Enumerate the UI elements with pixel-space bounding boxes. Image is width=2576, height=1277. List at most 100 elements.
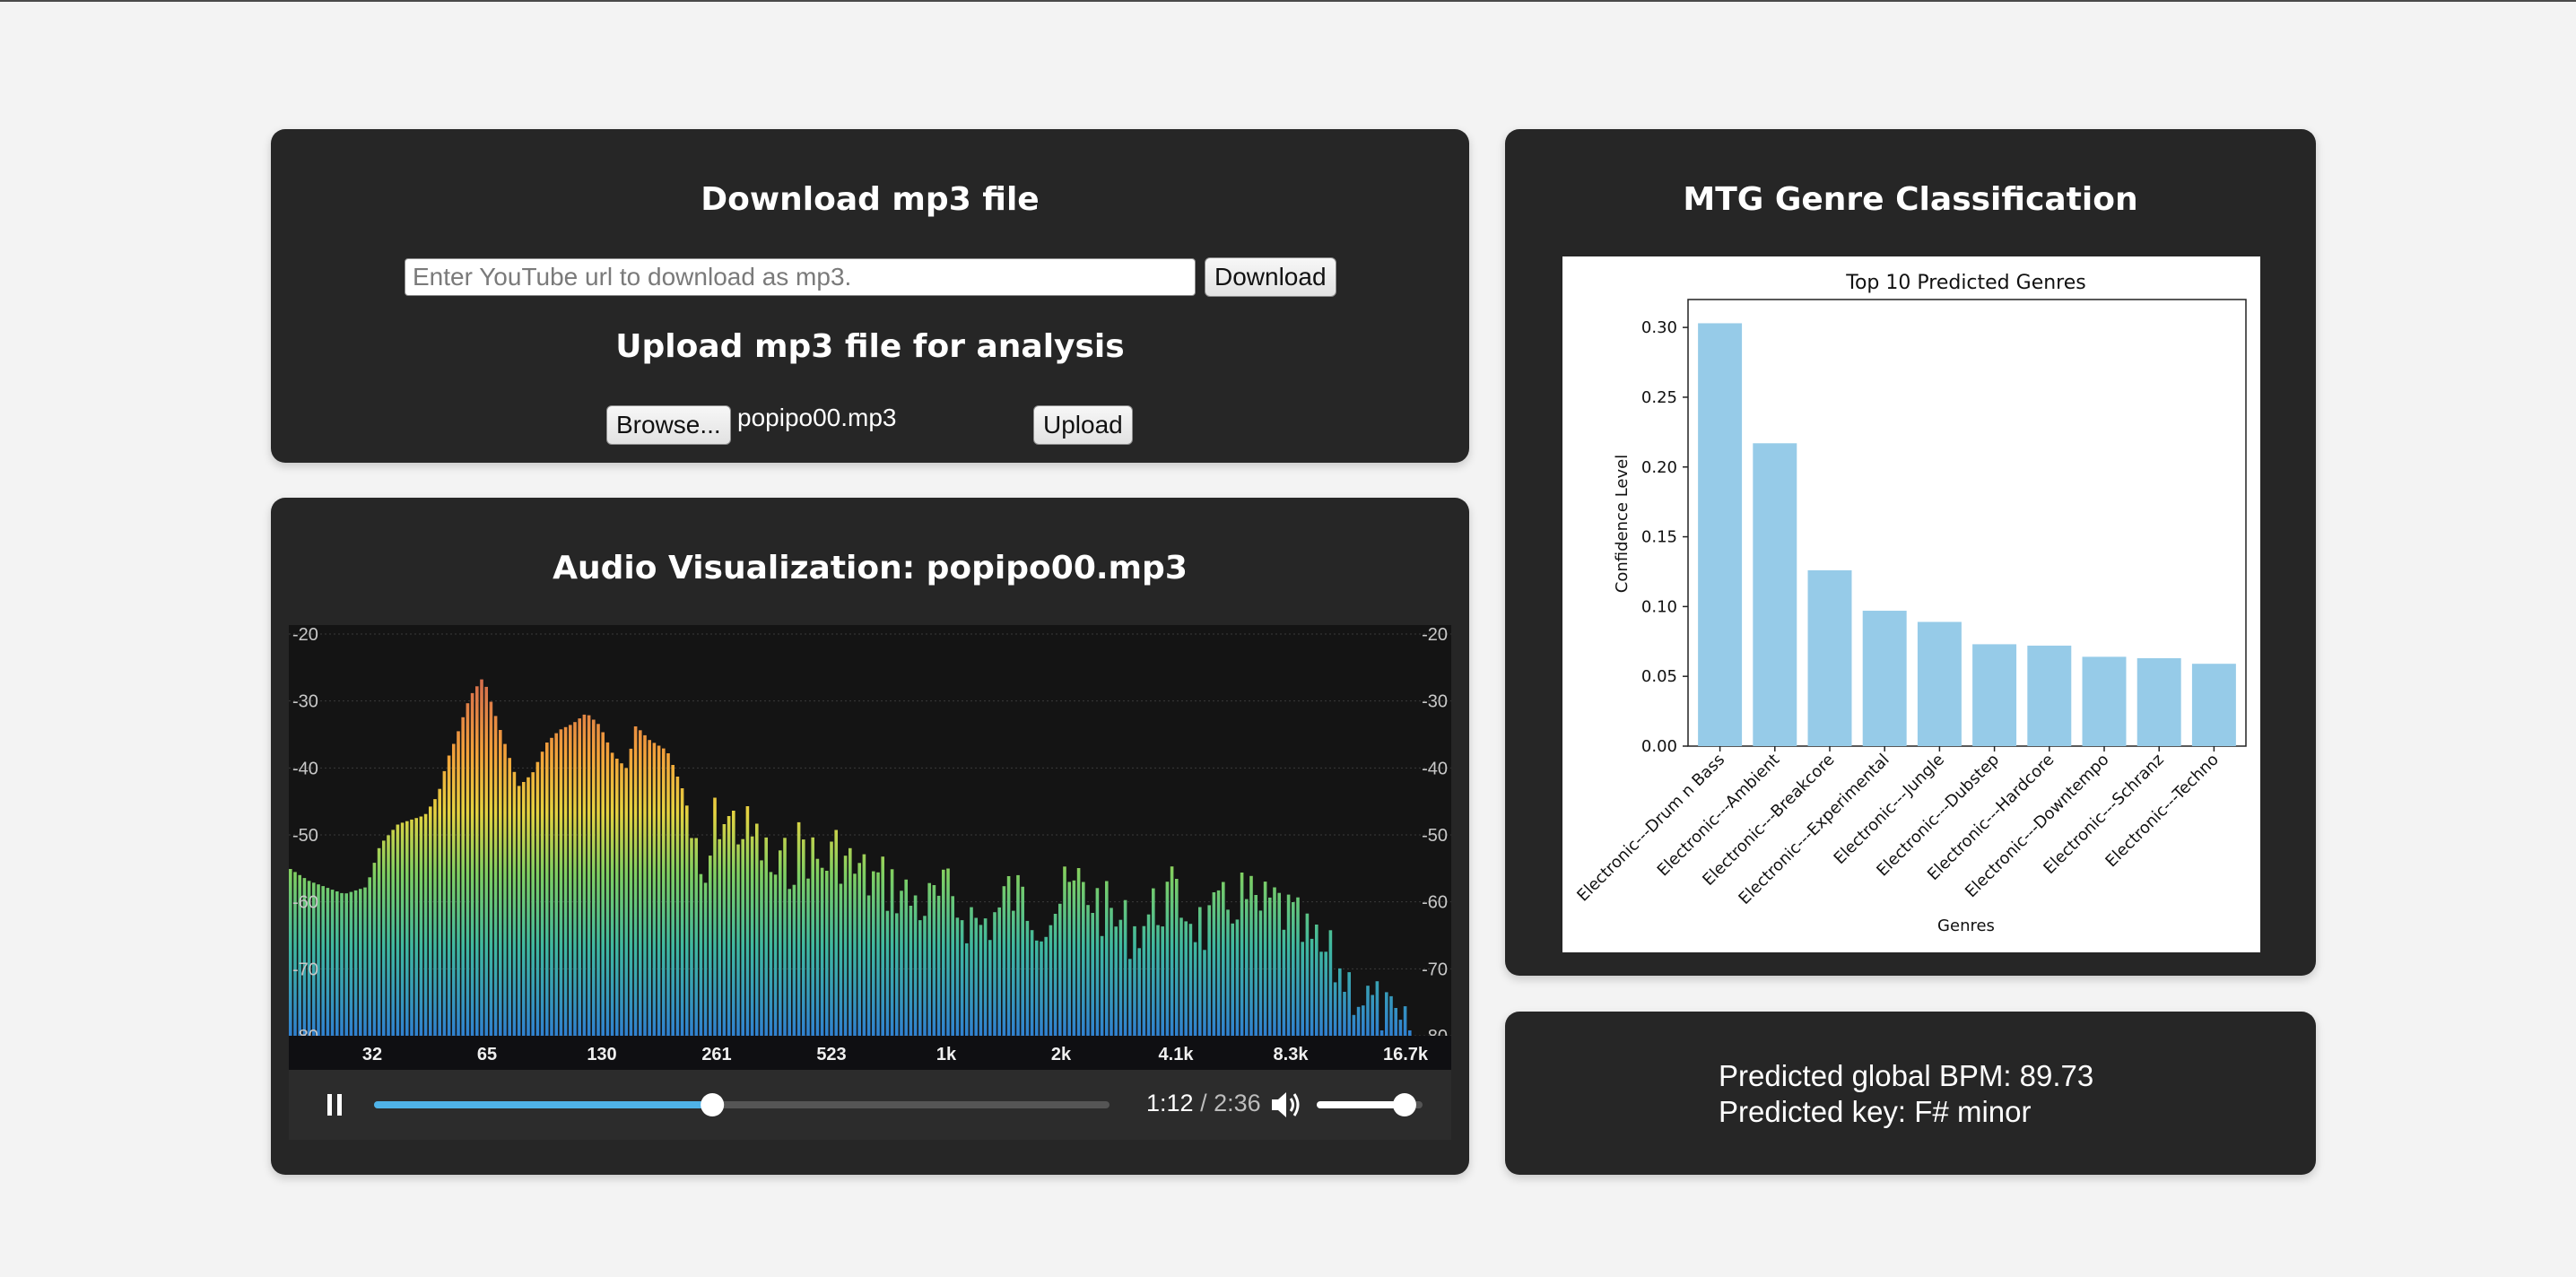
audio-visualization-panel: Audio Visualization: popipo00.mp3 -20 -20… — [271, 498, 1469, 1175]
frequency-label: 523 — [816, 1045, 846, 1064]
spectrum-bar — [872, 871, 875, 1036]
spectrum-bar — [1053, 914, 1057, 1036]
spectrum-bar — [671, 765, 674, 1036]
spectrum-bar — [573, 722, 577, 1036]
spectrum-bar — [1030, 930, 1034, 1036]
spectrum-bar — [452, 743, 456, 1036]
spectrum-bar — [1203, 950, 1206, 1036]
spectrum-bar — [466, 703, 470, 1036]
spectrum-bar — [1067, 882, 1071, 1036]
chart-x-axis-label: Genres — [1937, 916, 1995, 935]
spectrum-bar — [321, 886, 325, 1036]
spectrum-bar — [788, 889, 791, 1036]
genre-bar — [1753, 443, 1797, 746]
spectrum-bar — [1292, 902, 1295, 1036]
download-upload-panel: Download mp3 file Download Upload mp3 fi… — [271, 129, 1469, 463]
frequency-label: 65 — [477, 1045, 497, 1064]
youtube-url-input[interactable] — [405, 258, 1196, 296]
db-scale-label: -40 — [292, 759, 318, 778]
y-tick-label: 0.05 — [1641, 667, 1677, 686]
spectrum-bar — [970, 907, 973, 1036]
spectrum-bar — [951, 896, 954, 1036]
visualization-title: Audio Visualization: popipo00.mp3 — [553, 550, 1188, 586]
spectrum-bar — [1212, 892, 1216, 1036]
spectrum-bar — [1222, 882, 1225, 1036]
spectrum-bar — [1095, 888, 1100, 1036]
y-tick-label: 0.15 — [1641, 528, 1677, 547]
spectrum-bar — [974, 917, 978, 1036]
volume-slider[interactable] — [1317, 1087, 1433, 1123]
spectrum-bar — [470, 692, 474, 1036]
audio-player: 1:12 / 2:36 — [289, 1070, 1451, 1140]
spectrum-bar — [605, 742, 610, 1036]
spectrum-bar — [1226, 909, 1230, 1036]
spectrum-bar — [1352, 1014, 1356, 1036]
spectrum-bar — [1338, 968, 1342, 1036]
spectrum-bar — [1301, 942, 1304, 1036]
spectrum-bar — [493, 716, 498, 1036]
upload-button[interactable]: Upload — [1033, 405, 1133, 445]
db-scale-label: -40 — [1422, 759, 1448, 778]
frequency-label: 2k — [1051, 1045, 1072, 1064]
spectrum-bar — [363, 887, 367, 1036]
spectrum-bar — [1385, 992, 1388, 1036]
spectrum-bar — [913, 895, 918, 1036]
spectrum-bar — [890, 869, 894, 1036]
spectrum-bar — [876, 872, 880, 1036]
genre-bar — [1972, 644, 2017, 746]
download-button[interactable]: Download — [1205, 257, 1336, 297]
spectrum-bar — [680, 788, 684, 1036]
spectrum-bar — [694, 838, 698, 1036]
pause-icon — [327, 1094, 342, 1116]
spectrum-bar — [895, 913, 899, 1036]
volume-button[interactable] — [1268, 1088, 1304, 1122]
volume-thumb[interactable] — [1392, 1093, 1416, 1116]
spectrum-bar — [1021, 886, 1024, 1036]
spectrum-bar — [344, 893, 348, 1036]
seek-bar[interactable] — [374, 1087, 1118, 1123]
spectrum-bar — [815, 858, 820, 1036]
spectrum-bar — [783, 838, 787, 1036]
spectrum-bar — [811, 837, 814, 1036]
spectrum-bar — [368, 877, 371, 1036]
spectrum-bar — [853, 873, 857, 1036]
spectrum-bar — [578, 718, 581, 1036]
browse-button[interactable]: Browse... — [606, 405, 731, 445]
spectrum-bar — [923, 916, 927, 1036]
pause-button[interactable] — [321, 1091, 348, 1118]
seek-thumb[interactable] — [701, 1093, 725, 1116]
spectrum-bar — [1133, 925, 1136, 1036]
spectrum-bar — [713, 797, 717, 1036]
spectrum-bar — [960, 920, 964, 1036]
spectrum-bar — [900, 890, 903, 1036]
spectrum-bar — [340, 892, 344, 1036]
spectrum-bar — [1161, 926, 1164, 1036]
spectrum-bar — [1128, 959, 1132, 1036]
spectrum-bar — [699, 873, 703, 1036]
spectrum-bar — [372, 863, 377, 1036]
spectrum-bar — [1356, 1006, 1361, 1036]
spectrum-bar — [755, 823, 759, 1036]
spectrum-bar — [396, 824, 400, 1036]
db-scale-label: -70 — [1422, 960, 1448, 979]
spectrum-bar — [359, 889, 362, 1036]
spectrum-bar — [741, 838, 744, 1036]
genre-bar — [2027, 645, 2072, 746]
spectrum-bar — [722, 824, 727, 1036]
spectrum-bar — [592, 719, 596, 1036]
chart-y-axis-label: Confidence Level — [1613, 455, 1632, 593]
spectrum-bar — [802, 839, 805, 1036]
spectrum-bar — [685, 805, 689, 1036]
db-scale-label: -50 — [292, 826, 318, 846]
spectrum-bar — [736, 844, 740, 1036]
spectrum-bar — [830, 841, 833, 1036]
spectrum-bar — [1277, 892, 1281, 1036]
spectrum-bar — [1142, 925, 1146, 1036]
genre-chart-container: Top 10 Predicted Genres Confidence Level… — [1562, 256, 2260, 952]
spectrum-bar — [559, 729, 563, 1036]
spectrum-bar — [927, 882, 931, 1036]
spectrum-bar — [442, 770, 447, 1036]
spectrum-bar — [629, 748, 633, 1036]
spectrum-bar — [1245, 899, 1249, 1036]
db-scale-label: -60 — [292, 893, 318, 913]
